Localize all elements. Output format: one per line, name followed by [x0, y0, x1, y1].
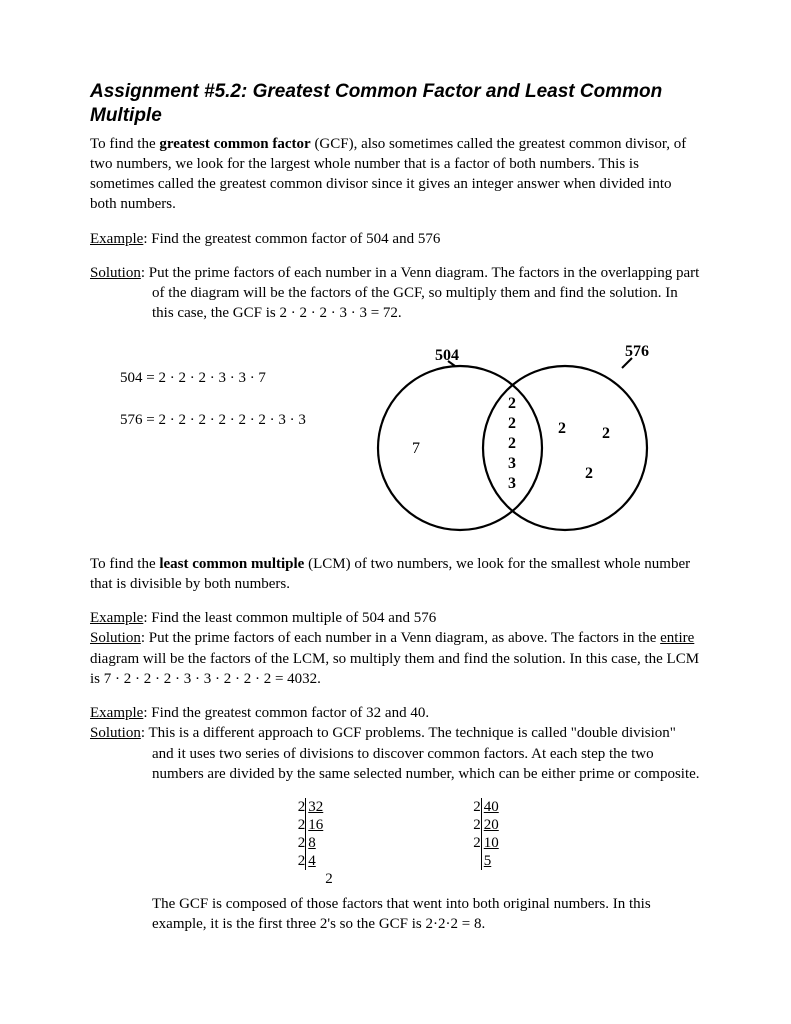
factor-equations: 504 = 2 · 2 · 2 · 3 · 3 · 7 576 = 2 · 2 …	[90, 338, 340, 453]
div-r-n3: 5	[481, 852, 504, 870]
solution-2: Solution: Put the prime factors of each …	[90, 628, 701, 689]
solution-3-text: : This is a different approach to GCF pr…	[141, 725, 700, 782]
div-l-n2: 8	[305, 834, 328, 852]
solution-2-text-b: diagram will be the factors of the LCM, …	[90, 651, 699, 687]
venn-diagram: 504 576 7 2 2 2 3 3 2 2 2	[340, 338, 701, 538]
div-l-n0: 32	[305, 798, 328, 816]
venn-label-504: 504	[435, 347, 459, 364]
venn-c0: 2	[508, 395, 516, 412]
solution-1: Solution: Put the prime factors of each …	[90, 263, 701, 324]
page-title: Assignment #5.2: Greatest Common Factor …	[90, 80, 701, 128]
div-r-d2: 2	[463, 834, 481, 852]
lcm-paragraph: To find the least common multiple (LCM) …	[90, 554, 701, 595]
venn-rc: 2	[585, 465, 593, 482]
double-division: 232 216 28 24 2 240 220 210 5	[90, 798, 701, 888]
document-page: Assignment #5.2: Greatest Common Factor …	[0, 0, 791, 1024]
example-3: Example: Find the greatest common factor…	[90, 703, 701, 723]
div-l-final: 2	[305, 870, 333, 888]
div-l-d3: 2	[287, 852, 305, 870]
term-lcm: least common multiple	[159, 556, 304, 572]
factor-576: 576 = 2 · 2 · 2 · 2 · 2 · 2 · 3 · 3	[120, 410, 340, 430]
venn-c3: 3	[508, 455, 516, 472]
conclusion: The GCF is composed of those factors tha…	[90, 894, 701, 935]
intro-paragraph: To find the greatest common factor (GCF)…	[90, 134, 701, 215]
example-2: Example: Find the least common multiple …	[90, 608, 701, 628]
div-r-d1: 2	[463, 816, 481, 834]
entire-word: entire	[660, 630, 694, 646]
solution-1-text: : Put the prime factors of each number i…	[141, 265, 699, 322]
div-r-n0: 40	[481, 798, 504, 816]
venn-c4: 3	[508, 475, 516, 492]
div-r-d3	[463, 852, 481, 870]
venn-c2: 2	[508, 435, 516, 452]
div-r-d0: 2	[463, 798, 481, 816]
example-label: Example	[90, 610, 143, 626]
solution-label: Solution	[90, 725, 141, 741]
solution-label: Solution	[90, 630, 141, 646]
venn-c1: 2	[508, 415, 516, 432]
example-label: Example	[90, 231, 143, 247]
div-r-n1: 20	[481, 816, 504, 834]
factor-504: 504 = 2 · 2 · 2 · 3 · 3 · 7	[120, 368, 340, 388]
solution-3: Solution: This is a different approach t…	[90, 723, 701, 784]
div-l-d0: 2	[287, 798, 305, 816]
example-label: Example	[90, 705, 143, 721]
solution-label: Solution	[90, 265, 141, 281]
div-l-d2: 2	[287, 834, 305, 852]
venn-section: 504 = 2 · 2 · 2 · 3 · 3 · 7 576 = 2 · 2 …	[90, 338, 701, 538]
division-right-column: 240 220 210 5	[463, 798, 504, 888]
example-1: Example: Find the greatest common factor…	[90, 229, 701, 249]
venn-label-576: 576	[625, 343, 649, 360]
venn-ra: 2	[558, 420, 566, 437]
venn-left: 7	[412, 440, 420, 457]
div-l-n3: 4	[305, 852, 328, 870]
example-3-text: : Find the greatest common factor of 32 …	[143, 705, 429, 721]
div-r-n2: 10	[481, 834, 504, 852]
term-gcf: greatest common factor	[159, 136, 310, 152]
division-left-column: 232 216 28 24 2	[287, 798, 333, 888]
example-2-text: : Find the least common multiple of 504 …	[143, 610, 436, 626]
lcm-lead: To find the	[90, 556, 159, 572]
venn-rb: 2	[602, 425, 610, 442]
intro-lead: To find the	[90, 136, 159, 152]
div-l-n1: 16	[305, 816, 328, 834]
example-1-text: : Find the greatest common factor of 504…	[143, 231, 440, 247]
solution-2-text-a: : Put the prime factors of each number i…	[141, 630, 660, 646]
div-l-d1: 2	[287, 816, 305, 834]
